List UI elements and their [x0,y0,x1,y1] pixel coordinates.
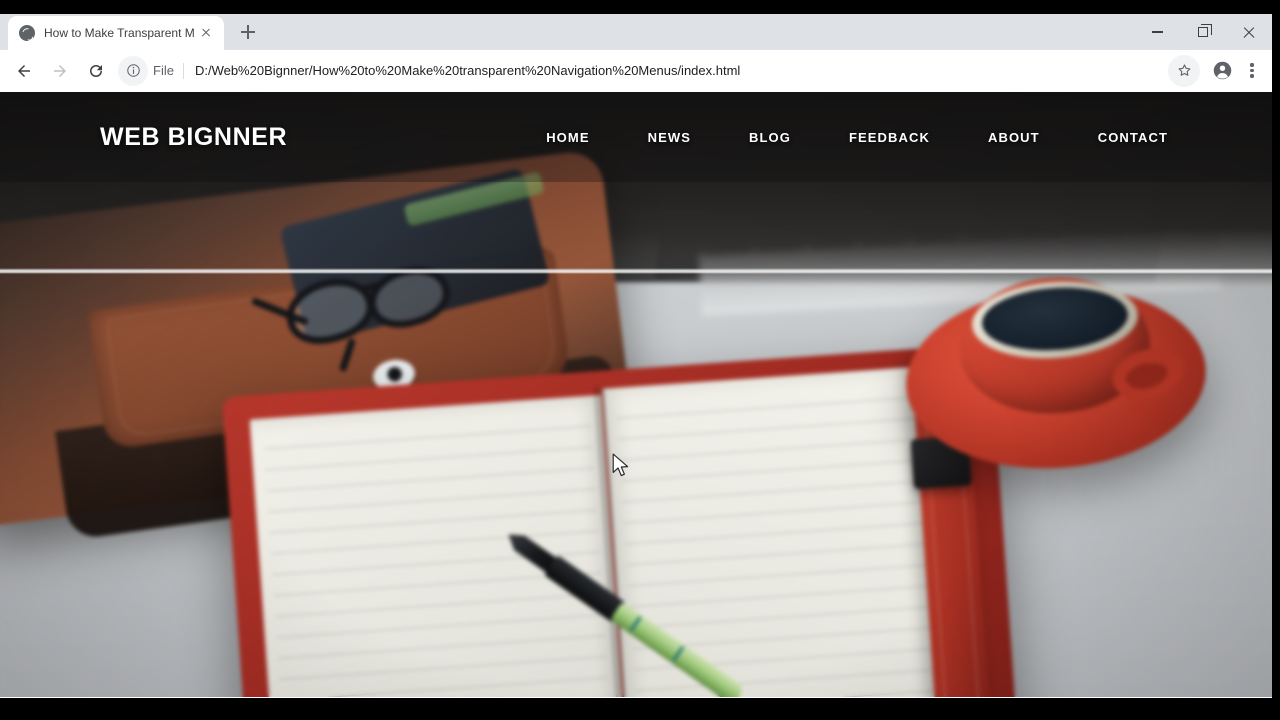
forward-arrow-icon [54,64,66,77]
minimize-icon [1151,31,1163,33]
nav-item-feedback[interactable]: FEEDBACK [849,122,930,153]
info-circle-icon [126,64,140,77]
site-info-button[interactable] [118,55,148,86]
browser-tab-active[interactable]: How to Make Transparent Menu [8,16,224,50]
header-divider [0,268,1272,274]
url-scheme-label: File [153,63,174,78]
close-icon [1243,26,1256,39]
forward-button[interactable] [42,53,78,89]
three-dots-icon [1250,63,1254,78]
nav-item-about[interactable]: ABOUT [988,122,1040,153]
notebook-ruled-lines-left [262,405,616,697]
nav-item-home[interactable]: HOME [546,122,589,153]
minimize-button[interactable] [1134,14,1180,50]
bottom-letterbox [0,698,1280,720]
back-button[interactable] [6,53,42,89]
account-avatar-icon [1213,61,1231,80]
tab-strip: How to Make Transparent Menu [0,14,1272,50]
site-header: WEB BIGNNER HOME NEWS BLOG FEEDBACK ABOU… [0,92,1272,182]
reload-icon [90,64,102,77]
star-icon [1178,64,1190,76]
bookmark-button[interactable] [1168,54,1200,87]
back-arrow-icon [18,64,30,77]
hero-photo [0,92,1272,697]
chrome-menu-button[interactable] [1238,55,1266,87]
browser-toolbar: File D:/Web%20Bignner/How%20to%20Make%20… [0,50,1272,92]
top-letterbox [0,0,1280,14]
open-notebook [221,343,1021,697]
address-bar[interactable]: File D:/Web%20Bignner/How%20to%20Make%20… [116,55,1164,86]
nav-item-news[interactable]: NEWS [648,122,691,153]
globe-swirl-favicon [19,25,35,41]
new-tab-button[interactable] [234,18,262,46]
screen: How to Make Transparent Menu [0,0,1280,720]
maximize-button[interactable] [1180,14,1226,50]
url-input[interactable]: D:/Web%20Bignner/How%20to%20Make%20trans… [184,63,1164,78]
window-controls [1134,14,1272,50]
nav-item-contact[interactable]: CONTACT [1098,122,1168,153]
nav-item-blog[interactable]: BLOG [749,122,791,153]
restore-icon [1198,24,1212,37]
close-tab-icon[interactable] [196,23,216,43]
browser-window: How to Make Transparent Menu [0,14,1272,698]
page-viewport: WEB BIGNNER HOME NEWS BLOG FEEDBACK ABOU… [0,92,1272,697]
close-window-button[interactable] [1226,14,1272,50]
pen-marking [672,645,685,662]
notebook-left-page [249,394,629,697]
main-navigation: HOME NEWS BLOG FEEDBACK ABOUT CONTACT [546,122,1168,153]
site-logo: WEB BIGNNER [100,122,288,151]
profile-button[interactable] [1206,55,1238,87]
pen-marking [629,615,642,632]
tab-title: How to Make Transparent Menu [44,26,194,40]
reload-button[interactable] [78,53,114,89]
right-letterbox [1272,0,1280,720]
